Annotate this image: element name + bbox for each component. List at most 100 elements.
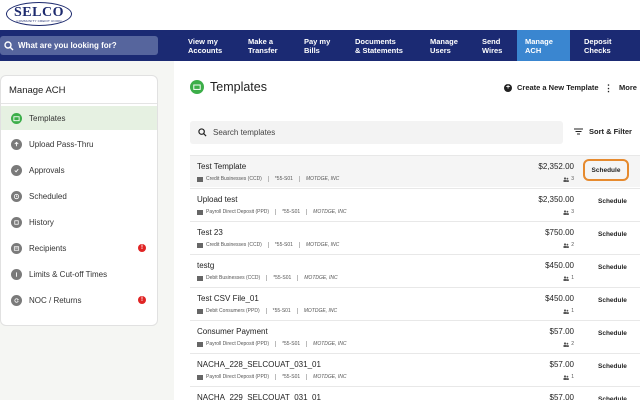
create-template-label: Create a New Template bbox=[517, 83, 599, 92]
manage-ach-sidebar: Manage ACH Templates Upload Pass-Thru Ap… bbox=[0, 75, 158, 326]
ach-type-icon bbox=[197, 308, 203, 314]
template-row[interactable]: Consumer Payment Payroll Direct Deposit (… bbox=[190, 320, 640, 352]
template-account: *55-S01 bbox=[282, 374, 301, 380]
recipient-count-value: 1 bbox=[571, 275, 574, 281]
template-meta: Credit Businesses (CCD) *55-S01 MOTDGE, IN… bbox=[197, 176, 339, 182]
template-account: *55-S01 bbox=[273, 275, 292, 281]
template-amount: $450.00 bbox=[545, 261, 574, 270]
ach-type-icon bbox=[197, 176, 203, 182]
nav-pay-bills[interactable]: Pay my Bills bbox=[296, 30, 347, 61]
template-amount: $57.00 bbox=[549, 360, 574, 369]
schedule-button[interactable]: Schedule bbox=[598, 198, 627, 205]
templates-main-panel: Templates + Create a New Template ⋮ More… bbox=[174, 61, 640, 400]
schedule-button[interactable]: Schedule bbox=[598, 363, 627, 370]
nav-label-line1: Pay my bbox=[304, 37, 331, 46]
template-row[interactable]: NACHA_228_SELCOUAT_031_01 Payroll Direct … bbox=[190, 353, 640, 385]
nav-label-line2: Wires bbox=[482, 46, 503, 55]
sidebar-item-noc-returns[interactable]: NOC / Returns ! bbox=[1, 288, 157, 312]
template-row[interactable]: Test Template Credit Businesses (CCD) *55-… bbox=[190, 155, 640, 187]
nav-manage-users[interactable]: Manage Users bbox=[422, 30, 474, 61]
sidebar-item-limits-cutoff[interactable]: Limits & Cut-off Times bbox=[1, 262, 157, 286]
meta-divider bbox=[266, 275, 268, 281]
sidebar-item-approvals[interactable]: Approvals bbox=[1, 158, 157, 182]
recipient-count-value: 2 bbox=[571, 341, 574, 347]
nav-label-line2: ACH bbox=[525, 46, 542, 55]
nav-label-line1: Documents bbox=[355, 37, 396, 46]
nav-label-line1: Deposit bbox=[584, 37, 612, 46]
template-name: Test CSV File_01 bbox=[197, 294, 259, 303]
template-search-input[interactable]: Search templates bbox=[190, 121, 563, 144]
sidebar-item-label: Limits & Cut-off Times bbox=[29, 269, 108, 279]
people-icon bbox=[563, 341, 570, 347]
template-company: MOTDGE, INC bbox=[304, 275, 338, 281]
template-company: MOTDGE, INC bbox=[305, 242, 340, 248]
people-icon bbox=[563, 308, 570, 314]
more-label: More bbox=[619, 83, 637, 92]
recipient-count-value: 3 bbox=[571, 176, 574, 182]
nav-send-wires[interactable]: Send Wires bbox=[474, 30, 517, 61]
meta-divider bbox=[296, 308, 298, 314]
nav-manage-ach[interactable]: Manage ACH bbox=[517, 30, 570, 61]
folder-icon bbox=[11, 112, 22, 124]
schedule-button[interactable]: Schedule bbox=[598, 231, 627, 238]
nav-deposit-checks[interactable]: Deposit Checks bbox=[576, 30, 636, 61]
template-row[interactable]: Test 23 Credit Businesses (CCD) *55-S01 MOT… bbox=[190, 221, 640, 253]
meta-divider bbox=[298, 242, 300, 248]
template-row[interactable]: NACHA_229_SELCOUAT_031_01Payroll Direct … bbox=[190, 386, 640, 400]
search-icon bbox=[4, 40, 14, 50]
schedule-button[interactable]: Schedule bbox=[598, 264, 627, 271]
nav-label-line2: Checks bbox=[584, 46, 611, 55]
ach-type-icon bbox=[197, 275, 203, 281]
selco-logo[interactable]: SELCO COMMUNITY CREDIT UNION bbox=[6, 2, 72, 26]
plus-icon: + bbox=[504, 83, 512, 92]
template-row[interactable]: Upload test Payroll Direct Deposit (PPD) *… bbox=[190, 188, 640, 220]
schedule-button[interactable]: Schedule bbox=[598, 396, 627, 400]
meta-divider bbox=[265, 308, 267, 314]
schedule-button[interactable]: Schedule bbox=[583, 159, 629, 181]
ach-type-icon bbox=[197, 242, 203, 248]
recipient-count: 2 bbox=[563, 242, 574, 248]
sidebar-item-templates[interactable]: Templates bbox=[1, 106, 157, 130]
template-meta: Debit Consumers (PPD) *55-S01 MOTDGE, INC bbox=[197, 308, 337, 314]
recipient-count-value: 1 bbox=[571, 374, 574, 380]
more-menu-button[interactable]: ⋮ More bbox=[604, 83, 637, 92]
nav-label-line2: Transfer bbox=[248, 46, 278, 55]
sidebar-item-recipients[interactable]: Recipients ! bbox=[1, 236, 157, 260]
meta-divider bbox=[297, 275, 299, 281]
sidebar-item-label: Templates bbox=[29, 113, 66, 123]
sidebar-item-history[interactable]: History bbox=[1, 210, 157, 234]
recipient-count: 3 bbox=[563, 176, 574, 182]
history-icon bbox=[11, 216, 22, 228]
template-company: MOTDGE, INC bbox=[313, 341, 347, 347]
nav-label-line2: Bills bbox=[304, 46, 320, 55]
sidebar-item-scheduled[interactable]: Scheduled bbox=[1, 184, 157, 208]
nav-label-line2: Accounts bbox=[188, 46, 223, 55]
people-icon bbox=[563, 275, 570, 281]
sidebar-item-upload-pass-thru[interactable]: Upload Pass-Thru bbox=[1, 132, 157, 156]
page-title: Templates bbox=[210, 80, 267, 94]
ach-type-icon bbox=[197, 374, 203, 380]
nav-make-transfer[interactable]: Make a Transfer bbox=[240, 30, 296, 61]
sort-filter-button[interactable]: Sort & Filter bbox=[574, 127, 632, 136]
sidebar-item-label: Recipients bbox=[29, 243, 67, 253]
template-name: Consumer Payment bbox=[197, 327, 268, 336]
global-search-input[interactable]: What are you looking for? bbox=[0, 36, 158, 55]
template-meta: Credit Businesses (CCD) *55-S01 MOTDGE, IN… bbox=[197, 242, 339, 248]
template-row[interactable]: testg Debit Businesses (CCD) *55-S01 MOTDGE… bbox=[190, 254, 640, 286]
nav-view-accounts[interactable]: View my Accounts bbox=[180, 30, 240, 61]
sidebar-item-label: NOC / Returns bbox=[29, 295, 82, 305]
template-amount: $2,352.00 bbox=[538, 162, 574, 171]
people-icon bbox=[563, 374, 570, 380]
schedule-button[interactable]: Schedule bbox=[598, 330, 627, 337]
recipient-count: 1 bbox=[563, 308, 574, 314]
nav-documents-statements[interactable]: Documents & Statements bbox=[347, 30, 422, 61]
meta-divider bbox=[267, 176, 269, 182]
meta-divider bbox=[267, 242, 269, 248]
alert-badge: ! bbox=[138, 296, 146, 304]
schedule-button[interactable]: Schedule bbox=[598, 297, 627, 304]
template-account: *55-S01 bbox=[272, 308, 291, 314]
create-template-button[interactable]: + Create a New Template bbox=[504, 83, 599, 92]
template-account: *55-S01 bbox=[274, 242, 293, 248]
template-type: Payroll Direct Deposit (PPD) bbox=[206, 341, 270, 347]
template-row[interactable]: Test CSV File_01 Debit Consumers (PPD) *55… bbox=[190, 287, 640, 319]
